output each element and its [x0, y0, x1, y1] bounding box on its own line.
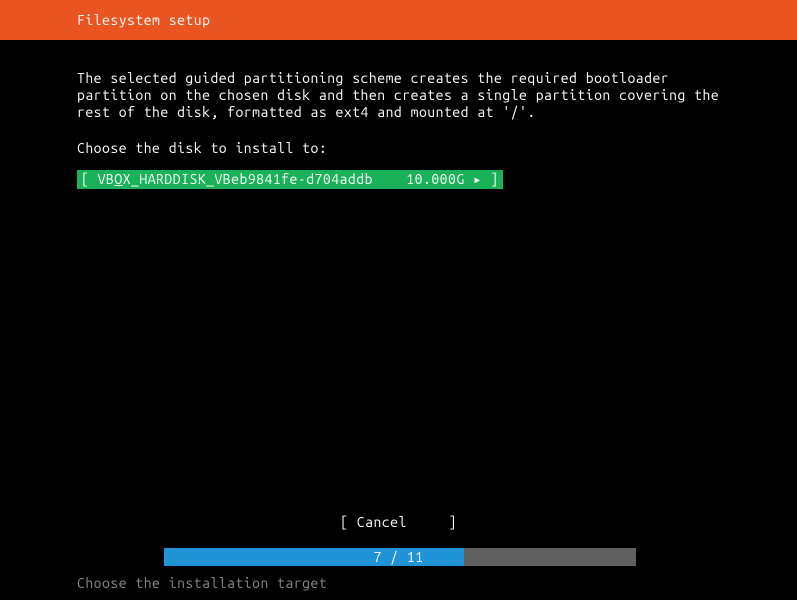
disk-bracket-close: ]: [482, 171, 499, 187]
disk-hotkey: O: [114, 171, 122, 187]
progress-text: 7 / 11: [0, 548, 797, 566]
chevron-right-icon: ▸: [473, 171, 482, 187]
disk-bracket-open: [ VB: [81, 171, 114, 187]
description-line3: rest of the disk, formatted as ext4 and …: [77, 104, 536, 120]
description-line1: The selected guided partitioning scheme …: [77, 70, 669, 86]
disk-size: 10.000G: [406, 171, 464, 187]
disk-prompt: Choose the disk to install to:: [77, 140, 720, 156]
disk-selector[interactable]: [ VBOX_HARDDISK_VBeb9841fe-d704addb 10.0…: [77, 170, 503, 189]
progress-bar: 7 / 11: [0, 548, 797, 566]
disk-name: X_HARDDISK_VBeb9841fe-d704addb: [123, 171, 373, 187]
help-text: Choose the installation target: [77, 575, 327, 591]
header-bar: Filesystem setup: [0, 0, 797, 40]
description-text: The selected guided partitioning scheme …: [77, 70, 720, 120]
description-line2: partition on the chosen disk and then cr…: [77, 87, 719, 103]
page-title: Filesystem setup: [77, 12, 210, 28]
cancel-button[interactable]: [ Cancel ]: [340, 514, 457, 530]
content-area: The selected guided partitioning scheme …: [0, 40, 797, 189]
